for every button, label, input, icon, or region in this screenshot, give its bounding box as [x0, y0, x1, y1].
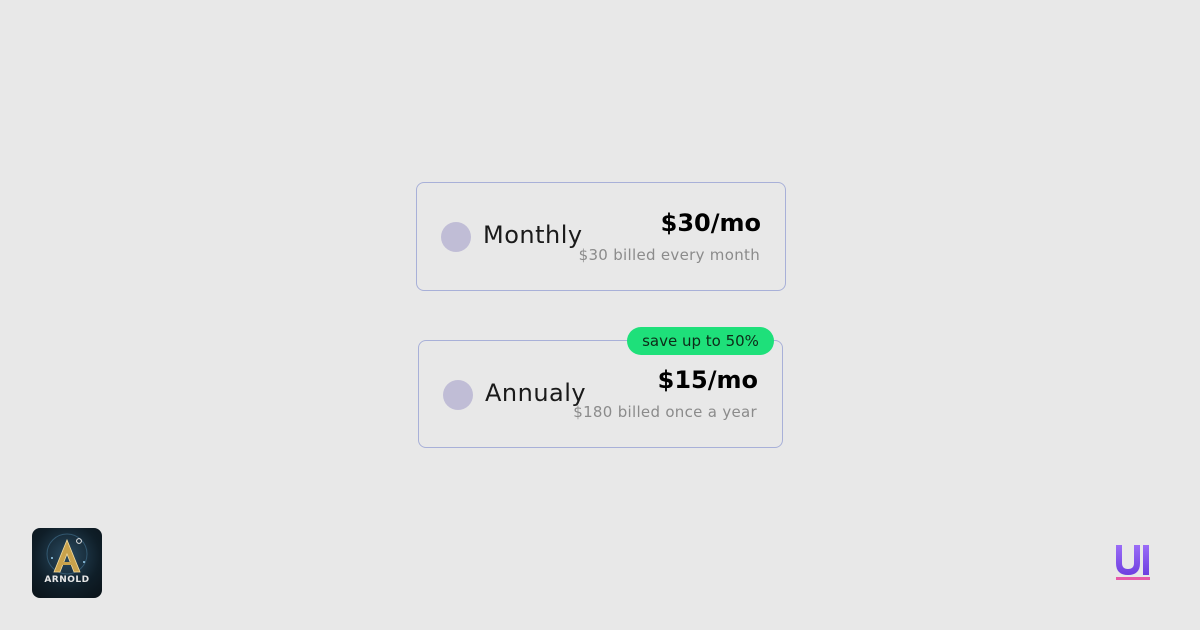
plan-label: Annualy	[485, 379, 587, 407]
plan-label: Monthly	[483, 221, 583, 249]
plan-price: $30/mo	[660, 209, 761, 237]
ui-brand-icon	[1116, 545, 1150, 580]
radio-button[interactable]	[443, 380, 473, 410]
plan-price: $15/mo	[657, 366, 758, 394]
plan-option-monthly[interactable]: Monthly $30/mo $30 billed every month	[416, 182, 786, 291]
arnold-logo: ARNOLD	[32, 528, 102, 598]
ui-brand-mark	[1112, 543, 1154, 583]
save-badge: save up to 50%	[627, 327, 774, 355]
plan-option-annual[interactable]: Annualy $15/mo $180 billed once a year	[418, 340, 783, 448]
plan-billing-note: $30 billed every month	[578, 246, 760, 264]
plan-billing-note: $180 billed once a year	[573, 403, 757, 421]
radio-button[interactable]	[441, 222, 471, 252]
logo-caption: ARNOLD	[44, 575, 90, 585]
letter-a-logo-icon	[46, 533, 88, 575]
